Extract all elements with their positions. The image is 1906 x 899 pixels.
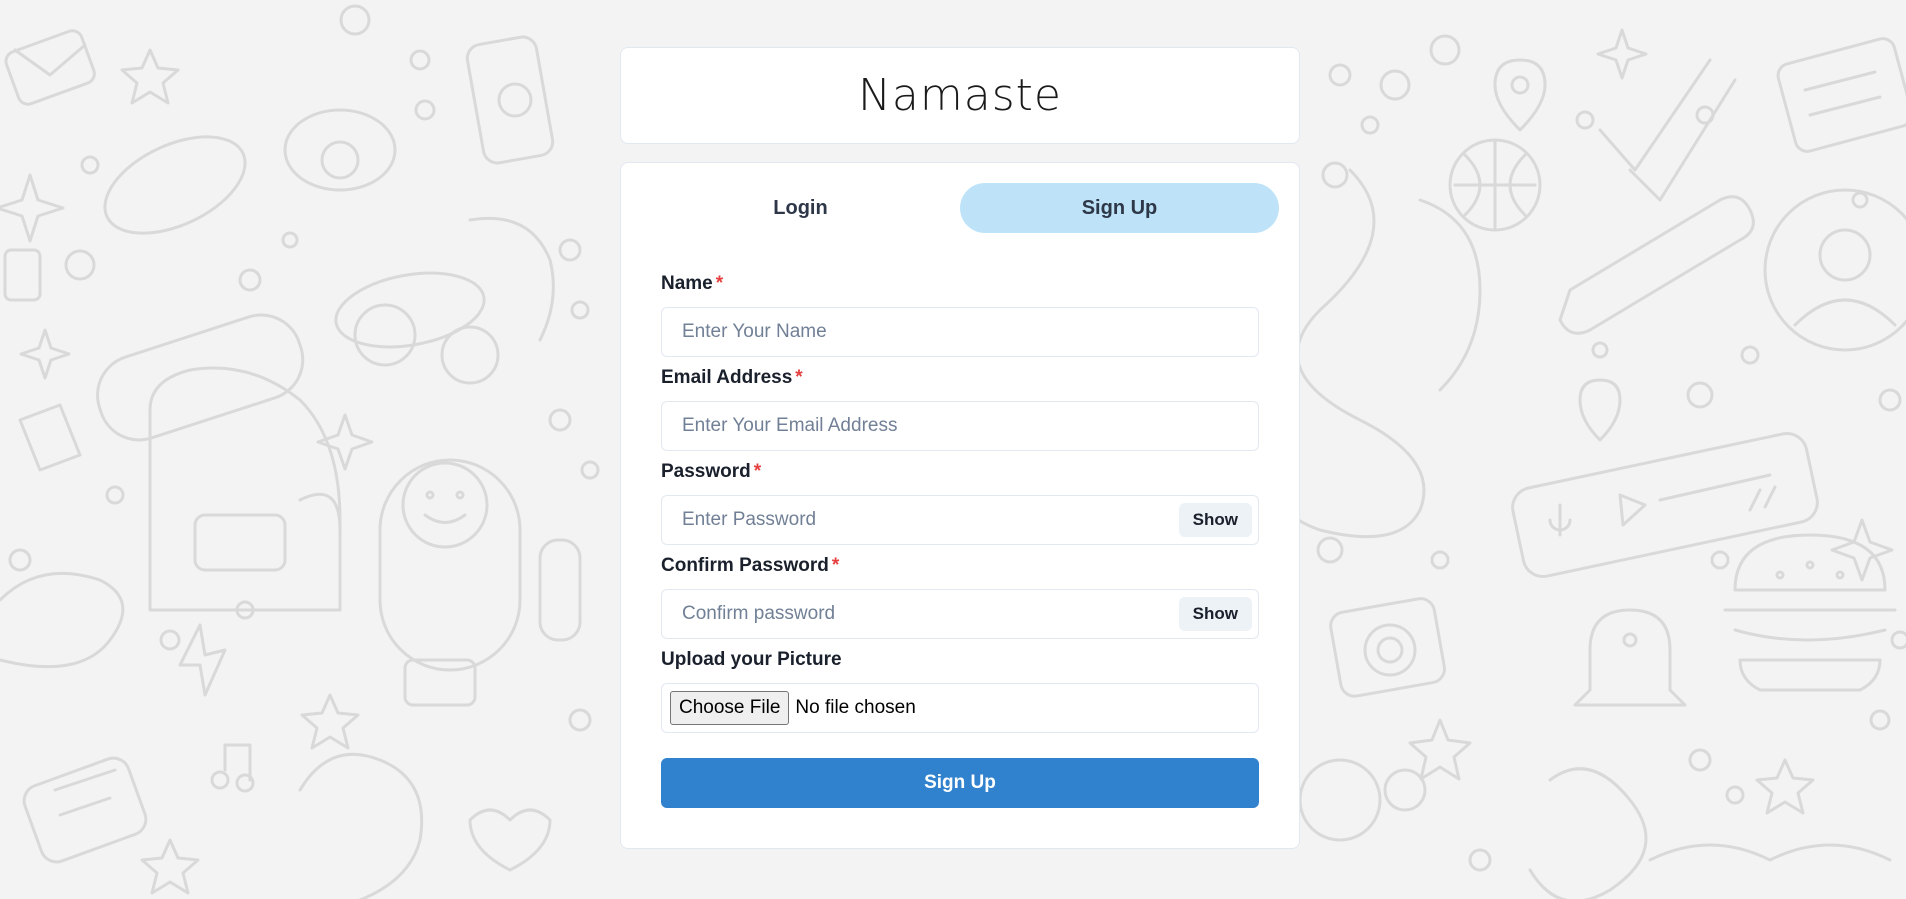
email-field-group: Email Address * [661, 367, 1259, 451]
email-input-wrapper [661, 401, 1259, 451]
auth-form-card: Login Sign Up Name* Email Address* Passw… [620, 162, 1300, 849]
required-mark: * [715, 273, 724, 294]
required-mark: * [795, 367, 803, 388]
password-show-button[interactable]: Show [1178, 503, 1252, 537]
app-title: Namaste [858, 70, 1062, 121]
password-field-group: Password * Show [661, 461, 1259, 545]
tab-login[interactable]: Login [641, 183, 960, 233]
choose-file-button[interactable]: Choose File [670, 691, 790, 725]
auth-container: Namaste Login Sign Up Name* Email Addres… [620, 47, 1300, 849]
tab-sign-up[interactable]: Sign Up [960, 183, 1279, 233]
name-input-wrapper [661, 307, 1259, 357]
email-input[interactable] [662, 402, 1258, 450]
name-label: Name * [661, 273, 724, 294]
password-input[interactable] [662, 496, 1179, 544]
picture-label: Upload your Picture [661, 649, 842, 670]
app-header-card: Namaste [620, 47, 1300, 144]
file-status-text: No file chosen [795, 697, 916, 718]
name-input[interactable] [662, 308, 1258, 356]
sign-up-submit-button[interactable]: Sign Up [661, 758, 1259, 808]
picture-file-input: Choose File No file chosen [661, 683, 1259, 733]
required-mark: * [831, 555, 840, 576]
name-field-group: Name * [661, 273, 1259, 357]
confirm-password-input-wrapper: Show [661, 589, 1259, 639]
picture-field-group: Upload your Picture Choose File No file … [661, 649, 1259, 733]
confirm-password-show-button[interactable]: Show [1178, 597, 1252, 631]
password-label: Password * [661, 461, 762, 482]
confirm-password-input[interactable] [662, 590, 1179, 638]
confirm-password-field-group: Confirm Password * Show [661, 555, 1259, 639]
required-mark: * [753, 461, 762, 482]
password-input-wrapper: Show [661, 495, 1259, 545]
email-label: Email Address * [661, 367, 803, 388]
auth-tabs: Login Sign Up [641, 183, 1279, 233]
confirm-password-label: Confirm Password * [661, 555, 840, 576]
sign-up-form: Name* Email Address* Password* Show [641, 273, 1279, 808]
